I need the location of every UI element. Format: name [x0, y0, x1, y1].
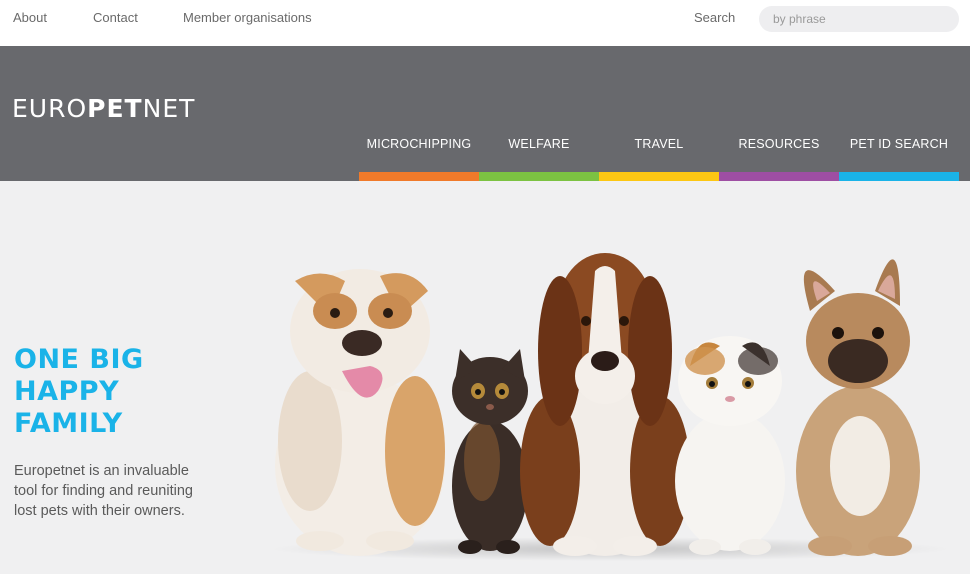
- search-input[interactable]: [759, 6, 959, 32]
- nav-color-bar: [359, 172, 479, 181]
- nav-color-bar: [839, 172, 959, 181]
- nav-item-resources[interactable]: RESOURCES: [719, 46, 839, 181]
- main-nav: MICROCHIPPING WELFARE TRAVEL RESOURCES P…: [359, 46, 959, 181]
- hero-headline: ONE BIG HAPPY FAMILY: [14, 344, 144, 439]
- nav-color-bar: [719, 172, 839, 181]
- top-utility-bar: About Contact Member organisations Searc…: [0, 0, 970, 46]
- kitten-icon: [452, 349, 528, 554]
- nav-item-welfare[interactable]: WELFARE: [479, 46, 599, 181]
- nav-color-bar: [599, 172, 719, 181]
- contact-link[interactable]: Contact: [93, 10, 138, 25]
- europetnet-logo[interactable]: EUROPETNET: [12, 96, 195, 121]
- hero-tagline: Europetnet is an invaluable tool for fin…: [14, 463, 193, 519]
- search-label: Search: [694, 10, 736, 25]
- nav-label: WELFARE: [508, 137, 570, 151]
- pets-photo-icon: [270, 253, 950, 561]
- nav-item-travel[interactable]: TRAVEL: [599, 46, 719, 181]
- french-bulldog-icon: [796, 259, 920, 556]
- basset-hound-icon: [520, 253, 690, 556]
- about-link[interactable]: About: [13, 10, 47, 25]
- nav-item-pet-id-search[interactable]: PET ID SEARCH: [839, 46, 959, 181]
- site-header: EUROPETNET MICROCHIPPING WELFARE TRAVEL …: [0, 46, 970, 181]
- nav-item-microchipping[interactable]: MICROCHIPPING: [359, 46, 479, 181]
- nav-label: MICROCHIPPING: [366, 137, 472, 151]
- hero-banner: ONE BIG HAPPY FAMILY Europetnet is an in…: [0, 181, 970, 574]
- nav-label: PET ID SEARCH: [849, 137, 949, 151]
- nav-label: TRAVEL: [634, 137, 684, 151]
- nav-color-bar: [479, 172, 599, 181]
- member-organisations-link[interactable]: Member organisations: [183, 10, 312, 25]
- exotic-cat-icon: [675, 336, 785, 555]
- bulldog-icon: [275, 269, 445, 556]
- nav-label: RESOURCES: [738, 137, 820, 151]
